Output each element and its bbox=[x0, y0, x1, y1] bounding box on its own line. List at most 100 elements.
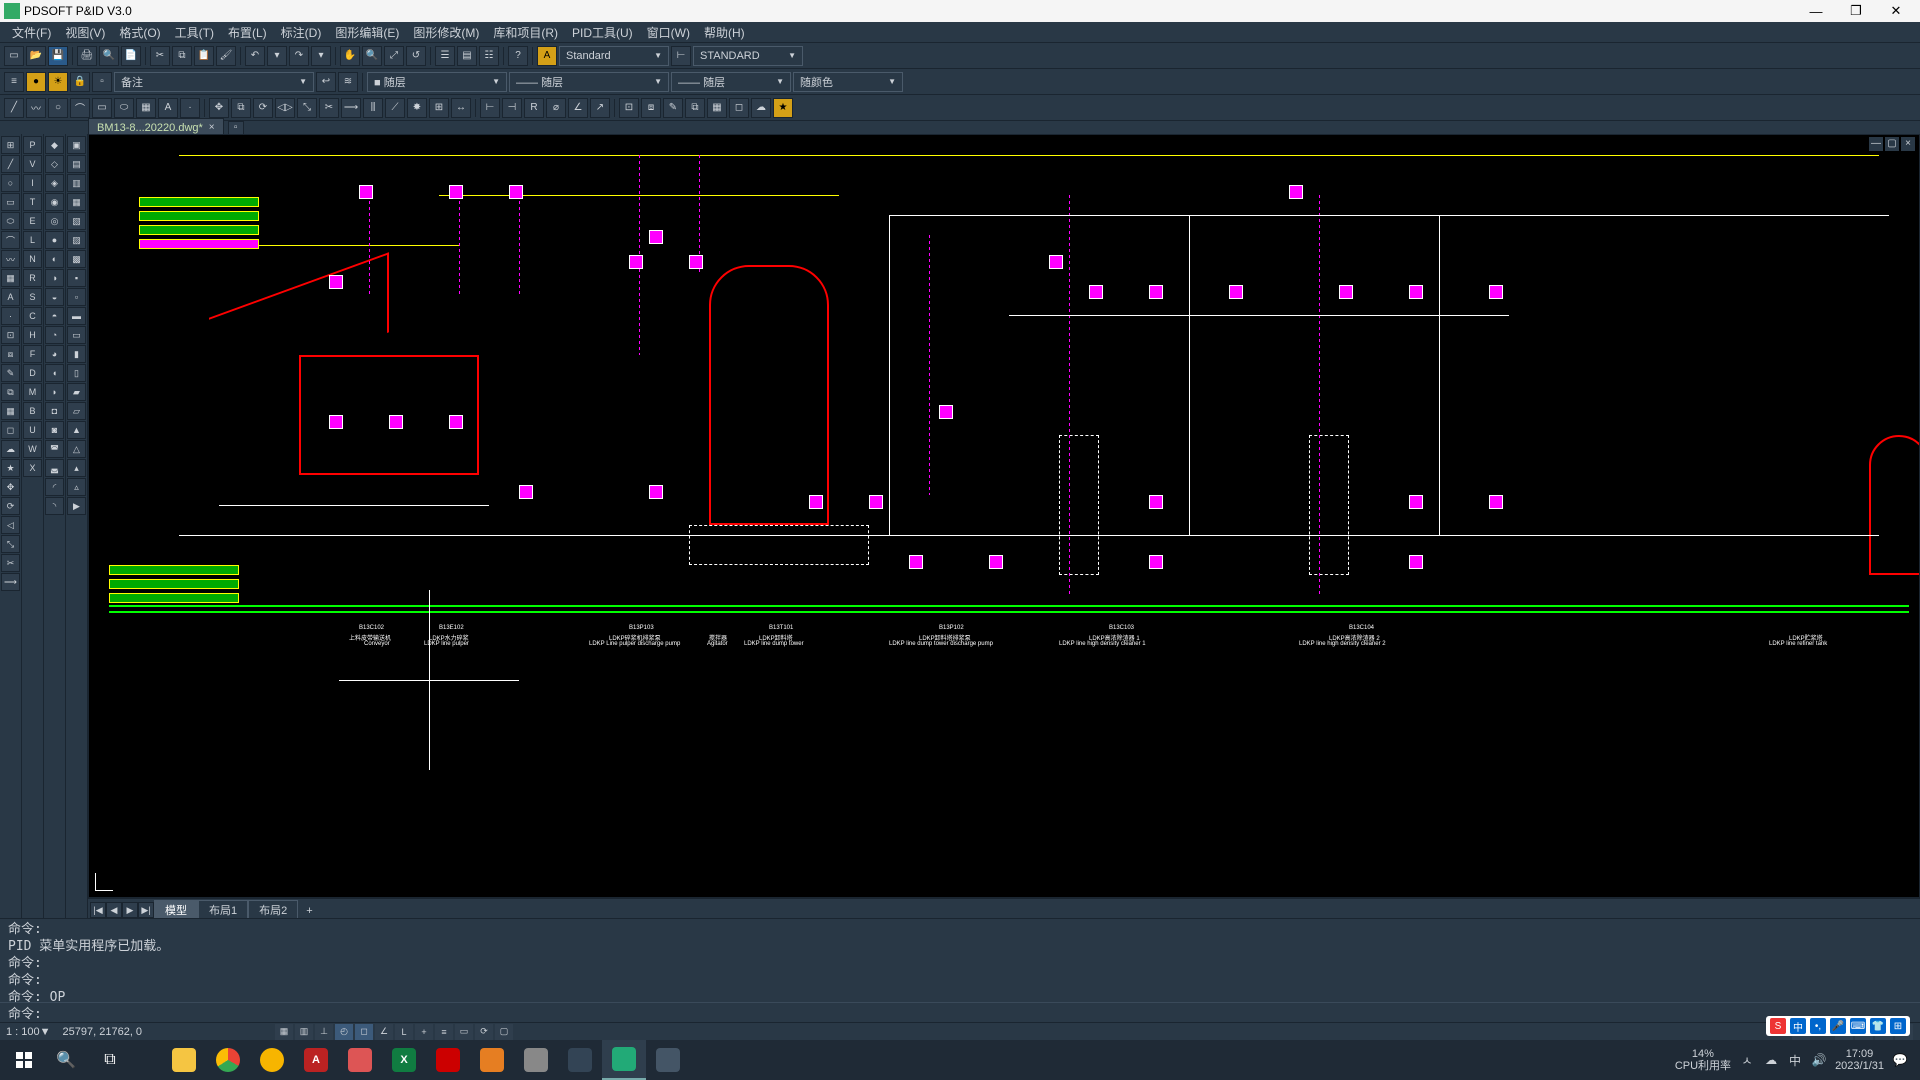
doc-tab-new-button[interactable]: ▫ bbox=[228, 121, 244, 135]
cut-button[interactable]: ✂ bbox=[150, 46, 170, 66]
tray-cloud-icon[interactable]: ☁ bbox=[1763, 1052, 1779, 1068]
palette-btn[interactable]: ▯ bbox=[67, 364, 86, 382]
palette-btn[interactable]: ◚ bbox=[45, 440, 64, 458]
taskbar-excel-button[interactable]: X bbox=[382, 1040, 426, 1080]
trim-button[interactable]: ✂ bbox=[319, 98, 339, 118]
doc-tab-close-button[interactable]: × bbox=[209, 122, 215, 133]
taskbar-autocad-button[interactable]: A bbox=[294, 1040, 338, 1080]
taskbar-pdf-button[interactable] bbox=[426, 1040, 470, 1080]
palette-btn[interactable]: ◛ bbox=[45, 459, 64, 477]
polar-button[interactable]: ◴ bbox=[335, 1024, 353, 1040]
palette-btn[interactable]: S bbox=[23, 288, 42, 306]
block-insert-button[interactable]: ⊡ bbox=[619, 98, 639, 118]
palette-btn[interactable]: N bbox=[23, 250, 42, 268]
tab-model[interactable]: 模型 bbox=[154, 900, 198, 918]
print-button[interactable]: 🖨 bbox=[77, 46, 97, 66]
menu-library[interactable]: 库和项目(R) bbox=[487, 23, 564, 42]
model-button[interactable]: ▢ bbox=[495, 1024, 513, 1040]
window-minimize-button[interactable]: — bbox=[1796, 4, 1836, 19]
plotstyle-dropdown[interactable]: 随颜色▼ bbox=[793, 72, 903, 92]
palette-btn[interactable]: ★ bbox=[1, 459, 20, 477]
palette-btn[interactable]: ◜ bbox=[45, 478, 64, 496]
annotate-style-icon[interactable]: A bbox=[537, 46, 557, 66]
palette-btn[interactable]: ⧉ bbox=[1, 383, 20, 401]
rectangle-button[interactable]: ▭ bbox=[92, 98, 112, 118]
palette-btn[interactable]: ▴ bbox=[67, 459, 86, 477]
polyline-button[interactable]: 〰 bbox=[26, 98, 46, 118]
palette-btn[interactable]: ▦ bbox=[67, 193, 86, 211]
palette-btn[interactable]: ◙ bbox=[45, 421, 64, 439]
plot-button[interactable]: 📄 bbox=[121, 46, 141, 66]
hatch-button[interactable]: ▦ bbox=[136, 98, 156, 118]
menu-format[interactable]: 格式(O) bbox=[113, 23, 166, 42]
snap-mode-button[interactable]: ▥ bbox=[295, 1024, 313, 1040]
palette-btn[interactable]: ⟳ bbox=[1, 497, 20, 515]
scale-button[interactable]: ⤡ bbox=[297, 98, 317, 118]
sogou-ime-icon[interactable]: S bbox=[1770, 1018, 1786, 1034]
circle-button[interactable]: ○ bbox=[48, 98, 68, 118]
leader-button[interactable]: ↗ bbox=[590, 98, 610, 118]
palette-btn[interactable]: ◈ bbox=[45, 174, 64, 192]
palette-btn[interactable]: ⟶ bbox=[1, 573, 20, 591]
arc-button[interactable]: ⌒ bbox=[70, 98, 90, 118]
ortho-button[interactable]: ⊥ bbox=[315, 1024, 333, 1040]
cycle-button[interactable]: ⟳ bbox=[475, 1024, 493, 1040]
explode-button[interactable]: ✸ bbox=[407, 98, 427, 118]
palette-btn[interactable]: ⬭ bbox=[1, 212, 20, 230]
zoom-extents-button[interactable]: ⤢ bbox=[384, 46, 404, 66]
offset-button[interactable]: ⫼ bbox=[363, 98, 383, 118]
palette-btn[interactable]: ◗ bbox=[45, 383, 64, 401]
tab-layout1[interactable]: 布局1 bbox=[198, 900, 248, 918]
color-dropdown[interactable]: ■ 随层▼ bbox=[367, 72, 507, 92]
palette-btn[interactable]: ✥ bbox=[1, 478, 20, 496]
wipeout-button[interactable]: ◻ bbox=[729, 98, 749, 118]
palette-btn[interactable]: ▱ bbox=[67, 402, 86, 420]
palette-btn[interactable]: ⧈ bbox=[1, 345, 20, 363]
palette-btn[interactable]: I bbox=[23, 174, 42, 192]
canvas-max-button[interactable]: ▢ bbox=[1885, 137, 1899, 151]
palette-btn[interactable]: ⤡ bbox=[1, 535, 20, 553]
taskbar-search-button[interactable]: 🔍 bbox=[44, 1040, 88, 1080]
array-button[interactable]: ⊞ bbox=[429, 98, 449, 118]
palette-btn[interactable]: · bbox=[1, 307, 20, 325]
tab-nav-first[interactable]: |◀ bbox=[90, 902, 106, 918]
palette-btn[interactable]: ⊞ bbox=[1, 136, 20, 154]
zoom-window-button[interactable]: 🔍 bbox=[362, 46, 382, 66]
palette-btn[interactable]: ◎ bbox=[45, 212, 64, 230]
rotate-button[interactable]: ⟳ bbox=[253, 98, 273, 118]
palette-btn[interactable]: ○ bbox=[1, 174, 20, 192]
palette-btn[interactable]: ▪ bbox=[67, 269, 86, 287]
lineweight-dropdown[interactable]: —— 随层▼ bbox=[671, 72, 791, 92]
text-button[interactable]: A bbox=[158, 98, 178, 118]
palette-btn[interactable]: ◆ bbox=[45, 136, 64, 154]
new-button[interactable]: ▭ bbox=[4, 46, 24, 66]
palette-btn[interactable]: U bbox=[23, 421, 42, 439]
redo-button[interactable]: ↷ bbox=[289, 46, 309, 66]
tool-palette-button[interactable]: ▤ bbox=[457, 46, 477, 66]
canvas-min-button[interactable]: — bbox=[1869, 137, 1883, 151]
palette-btn[interactable]: X bbox=[23, 459, 42, 477]
palette-btn[interactable]: ▫ bbox=[67, 288, 86, 306]
stretch-button[interactable]: ↔ bbox=[451, 98, 471, 118]
dim-aligned-button[interactable]: ⊣ bbox=[502, 98, 522, 118]
transparency-button[interactable]: ▭ bbox=[455, 1024, 473, 1040]
text-style-dropdown[interactable]: Standard▼ bbox=[559, 46, 669, 66]
palette-btn[interactable]: ▵ bbox=[67, 478, 86, 496]
palette-btn[interactable]: ✂ bbox=[1, 554, 20, 572]
taskbar-pdsoft-button[interactable] bbox=[602, 1040, 646, 1080]
undo-dropdown[interactable]: ▾ bbox=[267, 46, 287, 66]
menu-pid[interactable]: PID工具(U) bbox=[566, 23, 639, 42]
paste-button[interactable]: 📋 bbox=[194, 46, 214, 66]
taskbar-weather-button[interactable] bbox=[250, 1040, 294, 1080]
palette-btn[interactable]: D bbox=[23, 364, 42, 382]
palette-btn[interactable]: L bbox=[23, 231, 42, 249]
palette-btn[interactable]: ▦ bbox=[1, 269, 20, 287]
palette-btn[interactable]: ◁ bbox=[1, 516, 20, 534]
palette-btn[interactable]: M bbox=[23, 383, 42, 401]
highlight-button[interactable]: ★ bbox=[773, 98, 793, 118]
layer-manager-button[interactable]: ≡ bbox=[4, 72, 24, 92]
palette-btn[interactable]: ▬ bbox=[67, 307, 86, 325]
menu-window[interactable]: 窗口(W) bbox=[641, 23, 696, 42]
zoom-previous-button[interactable]: ↺ bbox=[406, 46, 426, 66]
taskbar-app2-button[interactable] bbox=[514, 1040, 558, 1080]
